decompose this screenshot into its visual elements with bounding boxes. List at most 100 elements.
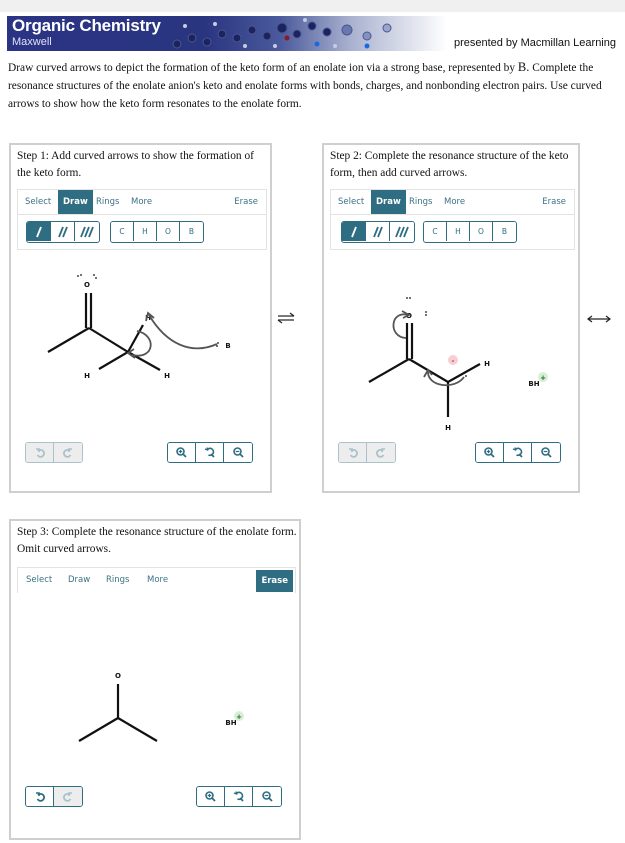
select-tab[interactable]: Select <box>333 190 369 214</box>
zoom-out-button[interactable] <box>224 443 252 462</box>
atom-o: O <box>115 672 121 680</box>
header-banner: Organic Chemistry Maxwell <box>7 16 447 51</box>
more-tab[interactable]: More <box>142 568 173 592</box>
draw-tab[interactable]: Draw <box>371 190 406 214</box>
question-instructions: Draw curved arrows to depict the formati… <box>8 58 618 113</box>
atom-c-button[interactable]: C <box>424 222 447 241</box>
zoom-in-icon <box>176 447 187 458</box>
draw-tab[interactable]: Draw <box>58 190 93 214</box>
step-2-drawing-canvas[interactable]: O H H BH - + <box>330 255 575 435</box>
atom-h-button[interactable]: H <box>447 222 470 241</box>
undo-icon <box>35 791 45 802</box>
atom-o: O <box>84 281 90 289</box>
zoom-controls <box>196 786 282 807</box>
lone-pair-dots <box>406 297 467 377</box>
app-subtitle: Maxwell <box>12 36 52 48</box>
top-bar <box>0 0 625 12</box>
more-tab[interactable]: More <box>439 190 470 214</box>
reset-zoom-button[interactable] <box>225 787 253 806</box>
undo-button[interactable] <box>26 443 54 462</box>
erase-button[interactable]: Erase <box>256 570 293 592</box>
reset-zoom-button[interactable] <box>504 443 532 462</box>
bond-tools <box>341 221 415 243</box>
bond <box>78 717 119 742</box>
equilibrium-arrow-icon <box>277 312 295 324</box>
atom-tools: C H O B <box>423 221 517 243</box>
zoom-out-button[interactable] <box>532 443 560 462</box>
atom-o-button[interactable]: O <box>470 222 493 241</box>
single-bond-button[interactable] <box>27 222 51 241</box>
step-2-panel: Step 2: Complete the resonance structure… <box>322 143 580 493</box>
negative-charge: - <box>452 357 455 365</box>
step-1-tool-row: C H O B <box>17 214 267 250</box>
bond <box>127 324 144 353</box>
undo-button[interactable] <box>26 787 54 806</box>
step-3-panel: Step 3: Complete the resonance structure… <box>9 519 301 840</box>
bond <box>98 351 129 370</box>
rings-tab[interactable]: Rings <box>101 568 134 592</box>
redo-button[interactable] <box>54 787 82 806</box>
double-bond-button[interactable] <box>366 222 390 241</box>
triple-bond-button[interactable] <box>75 222 99 241</box>
bond <box>368 358 410 383</box>
select-tab[interactable]: Select <box>20 190 56 214</box>
redo-icon <box>376 447 385 458</box>
zoom-out-icon <box>540 447 552 458</box>
reset-zoom-button[interactable] <box>196 443 224 462</box>
bond <box>88 327 129 353</box>
step-1-panel: Step 1: Add curved arrows to show the fo… <box>9 143 272 493</box>
atom-bh: BH <box>225 719 236 727</box>
zoom-out-button[interactable] <box>253 787 281 806</box>
triple-bond-icon <box>80 226 94 237</box>
single-bond-icon <box>350 226 357 237</box>
single-bond-icon <box>35 226 42 237</box>
double-bond-icon <box>372 226 383 237</box>
zoom-out-icon <box>232 447 244 458</box>
atom-c-button[interactable]: C <box>111 222 134 241</box>
zoom-in-button[interactable] <box>168 443 196 462</box>
atom-o-button[interactable]: O <box>157 222 180 241</box>
atom-h-button[interactable]: H <box>134 222 157 241</box>
erase-button[interactable]: Erase <box>229 190 263 214</box>
zoom-controls <box>167 442 253 463</box>
atom-h: H <box>84 372 90 380</box>
reset-zoom-icon <box>512 447 523 458</box>
atom-b-button[interactable]: B <box>493 222 516 241</box>
bond-tools <box>26 221 100 243</box>
zoom-in-button[interactable] <box>476 443 504 462</box>
atom-tools: C H O B <box>110 221 204 243</box>
resonance-arrow-icon <box>587 315 611 323</box>
undo-redo-group <box>25 786 83 807</box>
double-bond-button[interactable] <box>51 222 75 241</box>
atom-h: H <box>445 424 451 432</box>
undo-button[interactable] <box>339 443 367 462</box>
reset-zoom-icon <box>233 791 244 802</box>
atom-h: H <box>484 360 490 368</box>
rings-tab[interactable]: Rings <box>91 190 124 214</box>
single-bond-button[interactable] <box>342 222 366 241</box>
step-3-drawing-canvas[interactable]: O BH + <box>17 651 296 771</box>
molecule-graphic <box>172 18 392 49</box>
curved-arrow <box>131 330 152 357</box>
erase-button[interactable]: Erase <box>537 190 571 214</box>
atom-b-button[interactable]: B <box>180 222 203 241</box>
atom-h: H <box>164 372 170 380</box>
zoom-out-icon <box>261 791 273 802</box>
step-2-tool-row: C H O B <box>330 214 575 250</box>
step-3-toolbar: Select Draw Rings More Erase <box>17 567 296 593</box>
triple-bond-button[interactable] <box>390 222 414 241</box>
rings-tab[interactable]: Rings <box>404 190 437 214</box>
undo-icon <box>35 447 45 458</box>
bond <box>447 363 481 383</box>
redo-button[interactable] <box>54 443 82 462</box>
base-symbol: B. <box>517 60 530 74</box>
step-2-toolbar: Select Draw Rings More Erase <box>330 189 575 215</box>
select-tab[interactable]: Select <box>21 568 57 592</box>
more-tab[interactable]: More <box>126 190 157 214</box>
step-1-drawing-canvas[interactable]: O H H H B <box>17 255 267 435</box>
redo-button[interactable] <box>367 443 395 462</box>
double-bond-icon <box>57 226 68 237</box>
positive-charge: + <box>540 374 546 382</box>
zoom-in-button[interactable] <box>197 787 225 806</box>
draw-tab[interactable]: Draw <box>63 568 95 592</box>
